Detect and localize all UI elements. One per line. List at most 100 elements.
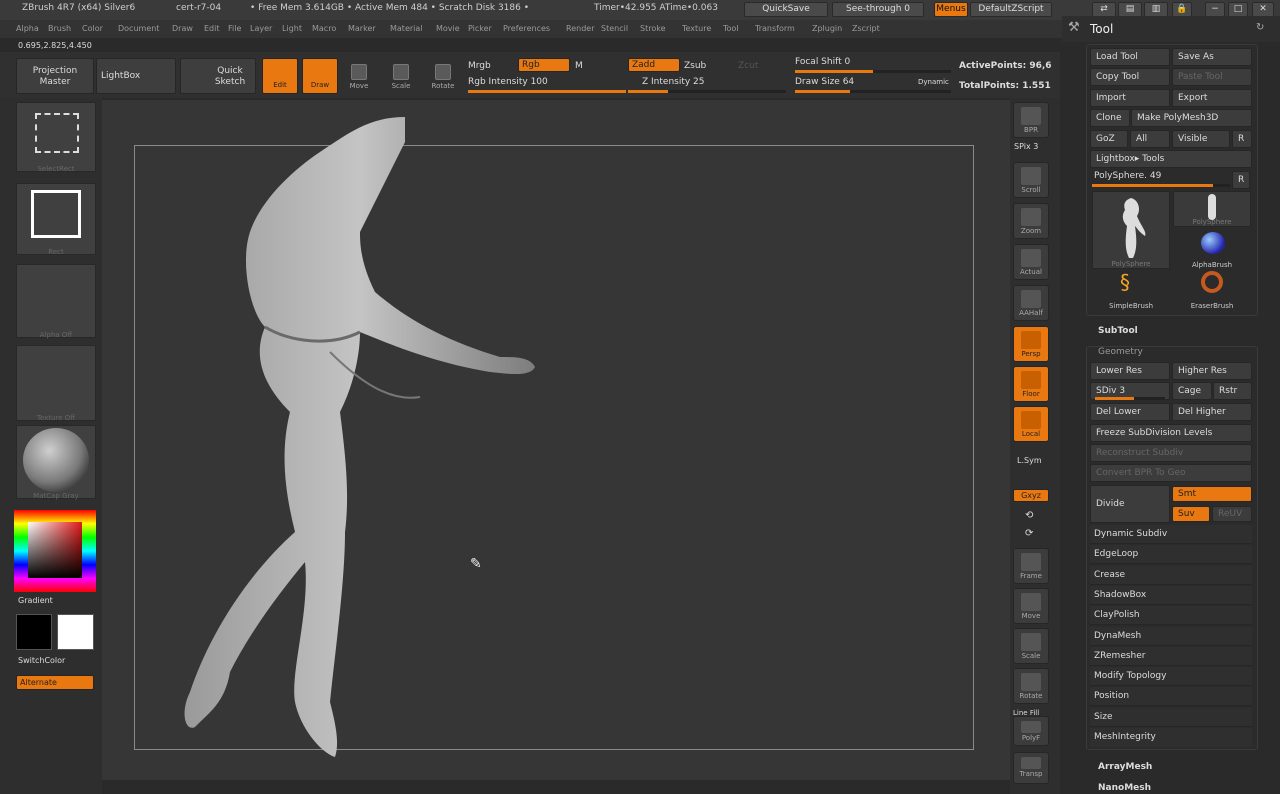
tool-thumb-polysphere-large[interactable]: PolySphere [1092, 191, 1170, 269]
convert-bpr-button[interactable]: Convert BPR To Geo [1090, 464, 1252, 482]
cage-button[interactable]: Cage [1172, 382, 1212, 400]
focal-shift-slider[interactable] [795, 70, 951, 73]
menu-preferences[interactable]: Preferences [503, 24, 550, 33]
rotate-y-icon[interactable]: ⟲ [1025, 510, 1033, 521]
rgb-button[interactable]: Rgb [518, 58, 570, 72]
default-zscript-button[interactable]: DefaultZScript [970, 2, 1052, 17]
dynamic-button[interactable]: Dynamic [918, 78, 949, 86]
persp-button[interactable]: Persp [1013, 326, 1049, 362]
lightbox-button[interactable]: LightBox [96, 58, 176, 94]
freeze-subdivision-button[interactable]: Freeze SubDivision Levels [1090, 424, 1252, 442]
menu-marker[interactable]: Marker [348, 24, 376, 33]
current-tool-slider-track[interactable] [1092, 184, 1230, 187]
tool-thumb-eraserbrush[interactable]: EraserBrush [1173, 270, 1251, 310]
m-button[interactable]: M [575, 61, 583, 71]
menu-brush[interactable]: Brush [48, 24, 71, 33]
tool-thumb-polysphere-small[interactable]: PolySphere [1173, 191, 1251, 227]
section-modify-topology[interactable]: Modify Topology [1090, 667, 1252, 686]
menu-render[interactable]: Render [566, 24, 594, 33]
menu-movie[interactable]: Movie [436, 24, 460, 33]
zoom-button[interactable]: Zoom [1013, 203, 1049, 239]
quicksave-button[interactable]: QuickSave [744, 2, 828, 17]
current-tool-r-button[interactable]: R [1232, 171, 1250, 189]
section-size[interactable]: Size [1090, 708, 1252, 727]
smt-toggle[interactable]: Smt [1172, 486, 1252, 502]
menu-zscript[interactable]: Zscript [852, 24, 880, 33]
menu-alpha[interactable]: Alpha [16, 24, 39, 33]
menus-button[interactable]: Menus [934, 2, 968, 17]
see-through-slider[interactable]: See-through 0 [832, 2, 924, 17]
lsym-button[interactable]: L.Sym [1017, 456, 1042, 465]
menu-zplugin[interactable]: Zplugin [812, 24, 842, 33]
section-position[interactable]: Position [1090, 687, 1252, 706]
transp-button[interactable]: Transp [1013, 752, 1049, 784]
menu-tool[interactable]: Tool [723, 24, 739, 33]
maximize-icon[interactable]: □ [1228, 2, 1248, 17]
export-button[interactable]: Export [1172, 89, 1252, 107]
sculpt-model-figure[interactable] [170, 112, 550, 762]
nanomesh-section[interactable]: NanoMesh [1098, 783, 1151, 793]
higher-res-button[interactable]: Higher Res [1172, 362, 1252, 380]
color-picker[interactable] [14, 510, 96, 592]
goz-all-button[interactable]: All [1130, 130, 1170, 148]
alternate-button[interactable]: Alternate [16, 675, 94, 690]
menu-edit[interactable]: Edit [204, 24, 220, 33]
rotate-z-icon[interactable]: ⟳ [1025, 528, 1033, 539]
geometry-section[interactable]: Geometry [1098, 347, 1143, 357]
menu-layer[interactable]: Layer [250, 24, 272, 33]
menu-light[interactable]: Light [282, 24, 302, 33]
rotate-mode-button[interactable]: Rotate [429, 60, 457, 94]
menu-picker[interactable]: Picker [468, 24, 492, 33]
suv-toggle[interactable]: Suv [1172, 506, 1210, 522]
lightbox-tools-button[interactable]: Lightbox▸ Tools [1090, 150, 1252, 168]
swap-icon[interactable]: ⇄ [1092, 2, 1116, 17]
bpr-button[interactable]: BPR [1013, 102, 1049, 138]
layout2-icon[interactable]: ▥ [1144, 2, 1168, 17]
menu-macro[interactable]: Macro [312, 24, 336, 33]
xyz-button[interactable]: Gxyz [1013, 489, 1049, 502]
del-lower-button[interactable]: Del Lower [1090, 403, 1170, 421]
texture-slot[interactable]: Texture Off [16, 345, 96, 422]
zsub-button[interactable]: Zsub [684, 61, 706, 71]
section-dynamesh[interactable]: DynaMesh [1090, 627, 1252, 646]
gradient-label[interactable]: Gradient [18, 596, 53, 605]
divide-button[interactable]: Divide [1090, 485, 1170, 523]
make-polymesh-button[interactable]: Make PolyMesh3D [1131, 109, 1252, 127]
menu-transform[interactable]: Transform [755, 24, 795, 33]
projection-master-button[interactable]: Projection Master [16, 58, 94, 94]
polyf-button[interactable]: PolyF [1013, 716, 1049, 746]
lower-res-button[interactable]: Lower Res [1090, 362, 1170, 380]
save-as-button[interactable]: Save As [1172, 48, 1252, 66]
paste-tool-button[interactable]: Paste Tool [1172, 68, 1252, 86]
rstr-button[interactable]: Rstr [1213, 382, 1252, 400]
menu-draw[interactable]: Draw [172, 24, 193, 33]
scroll-button[interactable]: Scroll [1013, 162, 1049, 198]
del-higher-button[interactable]: Del Higher [1172, 403, 1252, 421]
goz-visible-button[interactable]: Visible [1172, 130, 1230, 148]
tool-thumb-alphabrush[interactable]: AlphaBrush [1173, 230, 1251, 269]
load-tool-button[interactable]: Load Tool [1090, 48, 1170, 66]
close-icon[interactable]: ✕ [1252, 2, 1274, 17]
z-intensity-slider[interactable] [628, 90, 786, 93]
subtool-section[interactable]: SubTool [1098, 326, 1138, 336]
section-claypolish[interactable]: ClayPolish [1090, 606, 1252, 625]
brush-slot[interactable]: SelectRect [16, 102, 96, 173]
menu-document[interactable]: Document [118, 24, 159, 33]
aahalf-button[interactable]: AAHalf [1013, 285, 1049, 321]
lock-icon[interactable]: 🔒 [1172, 2, 1192, 17]
rgb-intensity-slider[interactable] [468, 90, 626, 93]
palette-close-icon[interactable]: ↻ [1256, 22, 1264, 33]
actual-button[interactable]: Actual [1013, 244, 1049, 280]
scale-view-button[interactable]: Scale [1013, 628, 1049, 664]
tool-thumb-simplebrush[interactable]: § SimpleBrush [1092, 270, 1170, 310]
rotate-view-button[interactable]: Rotate [1013, 668, 1049, 704]
copy-tool-button[interactable]: Copy Tool [1090, 68, 1170, 86]
primary-color-swatch[interactable] [57, 614, 94, 650]
secondary-color-swatch[interactable] [16, 614, 52, 650]
reconstruct-subdiv-button[interactable]: Reconstruct Subdiv [1090, 444, 1252, 462]
section-crease[interactable]: Crease [1090, 566, 1252, 585]
switchcolor-button[interactable]: SwitchColor [18, 656, 65, 665]
tool-palette-title[interactable]: Tool [1090, 22, 1113, 36]
minimize-icon[interactable]: − [1205, 2, 1225, 17]
quick-sketch-button[interactable]: Quick Sketch [180, 58, 256, 94]
